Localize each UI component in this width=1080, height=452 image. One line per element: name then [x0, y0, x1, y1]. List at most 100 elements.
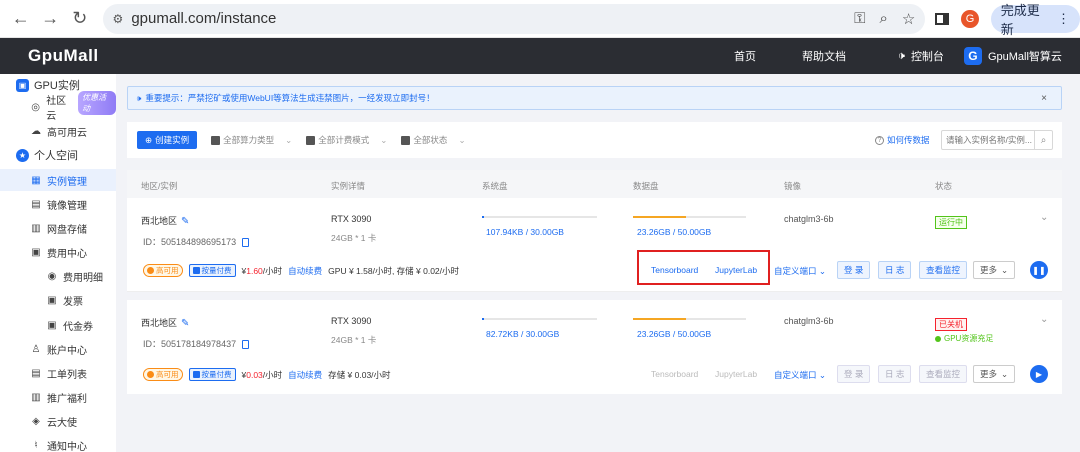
grid-icon: ▦: [31, 174, 41, 186]
instance-row: 西北地区 ✎ ID：505184898695173 RTX 3090 24GB *…: [127, 198, 1062, 292]
billing-line: 高可用 按量付费 ¥1.60/小时 自动续费 GPU ¥ 1.58/小时, 存储…: [143, 264, 459, 277]
zoom-icon[interactable]: ⌕: [880, 10, 888, 27]
sidebar-item-promo[interactable]: ▥ 推广福利: [0, 386, 116, 408]
auto-renew-link[interactable]: 自动续费: [288, 265, 322, 277]
monitor-button[interactable]: 查看监控: [919, 261, 968, 279]
system-disk-bar: [482, 318, 597, 320]
custom-port-dropdown[interactable]: 自定义端口 ⌄: [774, 265, 826, 277]
edit-icon[interactable]: ✎: [181, 216, 189, 227]
image-name: chatglm3-6b: [784, 316, 834, 326]
custom-port-dropdown[interactable]: 自定义端口 ⌄: [774, 369, 826, 381]
gpu-icon: ▣: [16, 78, 29, 92]
system-disk-usage: 107.94KB / 30.00GB: [486, 227, 564, 237]
forward-icon[interactable]: →: [36, 4, 66, 34]
col-region: 地区/实例: [141, 181, 178, 191]
filter-label: 全部状态: [413, 135, 448, 145]
monitor-button[interactable]: 查看监控: [919, 365, 968, 383]
sidebar-item-account[interactable]: ♙ 账户中心: [0, 338, 116, 360]
profile-avatar[interactable]: G: [961, 9, 979, 28]
sidebar-item-tickets[interactable]: ▤ 工单列表: [0, 362, 116, 384]
login-button[interactable]: 登 录: [837, 365, 871, 383]
key-icon[interactable]: ⚿: [854, 10, 865, 27]
price-value: 0.03: [246, 369, 263, 380]
search-input[interactable]: [946, 135, 1034, 145]
chevron-down-icon: ⌄: [1001, 264, 1009, 275]
custom-port-label: 自定义端口: [774, 370, 817, 380]
sidebar-item-ambassador[interactable]: ◈ 云大使: [0, 410, 116, 432]
reload-icon[interactable]: ↻: [65, 4, 95, 34]
log-button[interactable]: 日 志: [878, 261, 912, 279]
address-bar[interactable]: ⚙ gpumall.com/instance ⚿ ⌕ ☆: [102, 3, 926, 34]
col-detail: 实例详情: [331, 181, 366, 191]
system-disk-fill: [482, 216, 485, 218]
system-disk-usage: 82.72KB / 30.00GB: [486, 329, 560, 339]
billing-tag: 按量付费: [188, 264, 236, 277]
sidebar-item-label: 社区云: [46, 96, 67, 122]
search-box: ⌕: [941, 130, 1053, 150]
sidebar-item-fee-detail[interactable]: ◉ 费用明细: [0, 265, 116, 287]
sidebar-item-voucher[interactable]: ▣ 代金券: [0, 314, 116, 336]
url-text[interactable]: gpumall.com/instance: [131, 10, 276, 27]
search-icon[interactable]: ⌕: [1034, 131, 1052, 149]
pause-button[interactable]: ❚❚: [1030, 261, 1048, 279]
auto-renew-link[interactable]: 自动续费: [288, 369, 322, 381]
account-avatar[interactable]: G: [963, 47, 982, 65]
nav-home[interactable]: 首页: [734, 48, 756, 64]
sidebar-item-storage[interactable]: ▥ 网盘存储: [0, 217, 116, 239]
sidebar-item-community[interactable]: ◎ 社区云 优惠活动: [0, 91, 116, 122]
gpu-spec: 24GB * 1 卡: [331, 233, 377, 243]
tensorboard-link[interactable]: Tensorboard: [651, 369, 698, 379]
more-dropdown[interactable]: 更多 ⌄: [973, 261, 1016, 279]
gpu-availability: GPU资源充足: [935, 333, 993, 344]
expand-chevron-icon[interactable]: ⌄: [1040, 314, 1048, 325]
star-icon[interactable]: ☆: [902, 10, 915, 28]
back-icon[interactable]: ←: [6, 4, 36, 34]
billing-icon: [192, 371, 200, 378]
copy-icon[interactable]: [242, 340, 250, 350]
sidebar-item-fees[interactable]: ▣ 费用中心: [0, 241, 116, 263]
sidebar-item-notifications[interactable]: ♮ 通知中心: [0, 434, 116, 452]
filter-status[interactable]: 全部状态 ⌄: [401, 134, 466, 146]
site-info-icon[interactable]: ⚙: [113, 12, 124, 26]
copy-icon[interactable]: [242, 238, 250, 248]
account-icon: ♙: [31, 343, 41, 355]
jupyterlab-link[interactable]: JupyterLab: [715, 369, 757, 379]
expand-chevron-icon[interactable]: ⌄: [1040, 212, 1048, 223]
close-icon[interactable]: ×: [1041, 93, 1047, 104]
system-disk-fill: [482, 318, 485, 320]
sidebar-item-invoice[interactable]: ▣ 发票: [0, 289, 116, 311]
gpu-model: RTX 3090: [331, 214, 372, 224]
nav-console[interactable]: 控制台: [911, 48, 944, 64]
create-instance-button[interactable]: ⊕ 创建实例: [137, 131, 198, 149]
nav-docs[interactable]: 帮助文档: [802, 48, 846, 64]
start-button[interactable]: ▶: [1030, 365, 1048, 383]
billing-tag-label: 按量付费: [201, 370, 232, 379]
update-button[interactable]: 完成更新 ⋮: [990, 3, 1080, 37]
sidebar-item-ha-cloud[interactable]: ☁ 高可用云: [0, 120, 116, 142]
logo[interactable]: GpuMall: [28, 46, 99, 66]
sidebar-item-label: 发票: [63, 296, 83, 308]
sidepanel-icon[interactable]: [935, 12, 950, 25]
more-dropdown[interactable]: 更多 ⌄: [973, 365, 1016, 383]
filter-compute-type[interactable]: 全部算力类型 ⌄: [211, 134, 292, 146]
speaker-icon[interactable]: 🕩: [898, 50, 905, 63]
sidebar-item-personal[interactable]: ★ 个人空间: [0, 144, 116, 166]
image-icon: ▤: [31, 198, 41, 210]
sidebar-item-label: 网盘存储: [47, 224, 87, 236]
storage-icon: ▥: [31, 222, 41, 234]
help-link[interactable]: ? 如何传数据: [875, 134, 930, 146]
filter-billing-mode[interactable]: 全部计费模式 ⌄: [306, 134, 387, 146]
sidebar-item-label: 实例管理: [47, 176, 87, 188]
nav-account[interactable]: GpuMall智算云: [988, 48, 1062, 64]
login-button[interactable]: 登 录: [837, 261, 871, 279]
sidebar-item-instances[interactable]: ▦ 实例管理: [0, 169, 116, 191]
sidebar-item-images[interactable]: ▤ 镜像管理: [0, 193, 116, 215]
price-detail: 存储 ¥ 0.03/小时: [328, 369, 391, 380]
sidebar-item-label: 代金券: [63, 321, 93, 333]
edit-icon[interactable]: ✎: [181, 318, 189, 329]
sidebar-item-label: 推广福利: [47, 393, 87, 405]
billing-icon: [192, 267, 200, 274]
log-button[interactable]: 日 志: [878, 365, 912, 383]
sidebar-item-label: 账户中心: [47, 345, 87, 357]
chevron-down-icon: ⌄: [380, 134, 388, 145]
